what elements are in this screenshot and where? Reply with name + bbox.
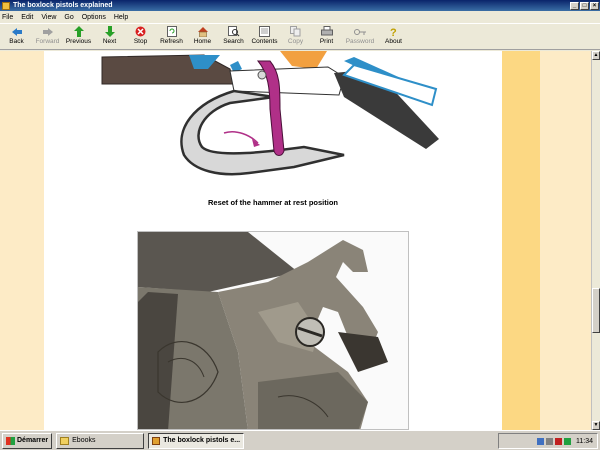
- menu-view[interactable]: View: [41, 14, 56, 21]
- refresh-icon: [165, 26, 178, 37]
- task-boxlock[interactable]: The boxlock pistols e...: [148, 432, 245, 449]
- content-area[interactable]: Reset of the hammer at rest position: [0, 51, 591, 430]
- right-margin: [540, 51, 591, 430]
- vertical-scrollbar[interactable]: ▲ ▼: [591, 51, 600, 430]
- menu-go[interactable]: Go: [64, 14, 73, 21]
- copy-button[interactable]: Copy: [281, 24, 310, 45]
- menu-options[interactable]: Options: [82, 14, 106, 21]
- app-icon: [2, 1, 10, 10]
- network-icon[interactable]: [537, 437, 544, 445]
- next-label: Next: [102, 38, 117, 45]
- start-label: Démarrer: [17, 437, 49, 444]
- antivirus-icon[interactable]: [555, 437, 562, 445]
- previous-button[interactable]: Previous: [64, 24, 93, 45]
- window-title: The boxlock pistols explained: [13, 2, 113, 9]
- password-button[interactable]: Password: [343, 24, 377, 45]
- left-margin: [0, 51, 44, 430]
- stop-button[interactable]: Stop: [126, 24, 155, 45]
- scroll-thumb[interactable]: [592, 288, 600, 333]
- home-label: Home: [193, 38, 212, 45]
- menu-bar: File Edit View Go Options Help: [0, 11, 600, 23]
- back-label: Back: [9, 38, 24, 45]
- toolbar: Back Forward Previous Next Stop Refresh …: [0, 23, 600, 50]
- scroll-down-icon[interactable]: ▼: [592, 421, 600, 430]
- forward-button[interactable]: Forward: [33, 24, 62, 45]
- up-arrow-icon: [72, 26, 85, 37]
- task-boxlock-label: The boxlock pistols e...: [163, 437, 241, 444]
- clock: 11:34: [576, 437, 593, 445]
- task-ebooks-label: Ebooks: [72, 437, 96, 444]
- question-icon: ?: [387, 26, 400, 37]
- system-tray: 11:34: [498, 433, 598, 449]
- browser-window: The boxlock pistols explained _ □ × File…: [0, 0, 600, 430]
- close-button[interactable]: ×: [590, 1, 599, 10]
- start-button[interactable]: Démarrer: [2, 432, 53, 449]
- refresh-button[interactable]: Refresh: [157, 24, 186, 45]
- tray-app-icon[interactable]: [564, 437, 571, 445]
- scroll-up-icon[interactable]: ▲: [592, 51, 600, 60]
- refresh-label: Refresh: [160, 38, 183, 45]
- folder-icon: [60, 436, 70, 445]
- contents-button[interactable]: Contents: [250, 24, 279, 45]
- windows-logo-icon: [6, 436, 15, 445]
- forward-label: Forward: [35, 38, 60, 45]
- about-label: About: [385, 38, 402, 45]
- back-button[interactable]: Back: [2, 24, 31, 45]
- minimize-button[interactable]: _: [570, 1, 579, 10]
- back-arrow-icon: [10, 26, 23, 37]
- about-button[interactable]: ? About: [379, 24, 408, 45]
- figure-caption: Reset of the hammer at rest position: [207, 198, 339, 207]
- svg-text:?: ?: [390, 27, 397, 37]
- task-ebooks[interactable]: Ebooks: [56, 432, 145, 449]
- next-button[interactable]: Next: [95, 24, 124, 45]
- contents-icon: [258, 26, 271, 37]
- copy-icon: [289, 26, 302, 37]
- print-label: Print: [319, 38, 334, 45]
- mechanism-photo-art: [138, 232, 408, 429]
- copy-label: Copy: [287, 38, 304, 45]
- key-icon: [353, 26, 367, 37]
- print-icon: [320, 26, 333, 37]
- page: Reset of the hammer at rest position: [44, 51, 502, 430]
- app-icon: [152, 436, 161, 445]
- forward-arrow-icon: [41, 26, 54, 37]
- menu-file[interactable]: File: [2, 14, 13, 21]
- contents-label: Contents: [251, 38, 278, 45]
- search-icon: [227, 26, 240, 37]
- stop-label: Stop: [133, 38, 148, 45]
- search-label: Search: [223, 38, 244, 45]
- home-button[interactable]: Home: [188, 24, 217, 45]
- maximize-button[interactable]: □: [580, 1, 589, 10]
- volume-icon[interactable]: [546, 437, 553, 445]
- home-icon: [196, 26, 209, 37]
- side-stripe: [502, 51, 540, 430]
- menu-help[interactable]: Help: [114, 14, 128, 21]
- menu-edit[interactable]: Edit: [21, 14, 33, 21]
- mechanism-photo: [137, 231, 409, 430]
- stop-icon: [134, 26, 147, 37]
- trigger-diagram: [101, 51, 439, 176]
- title-bar: The boxlock pistols explained _ □ ×: [0, 0, 600, 11]
- print-button[interactable]: Print: [312, 24, 341, 45]
- taskbar: Démarrer Ebooks The boxlock pistols e...…: [0, 430, 600, 450]
- password-label: Password: [345, 38, 375, 45]
- down-arrow-icon: [103, 26, 116, 37]
- previous-label: Previous: [65, 38, 92, 45]
- search-button[interactable]: Search: [219, 24, 248, 45]
